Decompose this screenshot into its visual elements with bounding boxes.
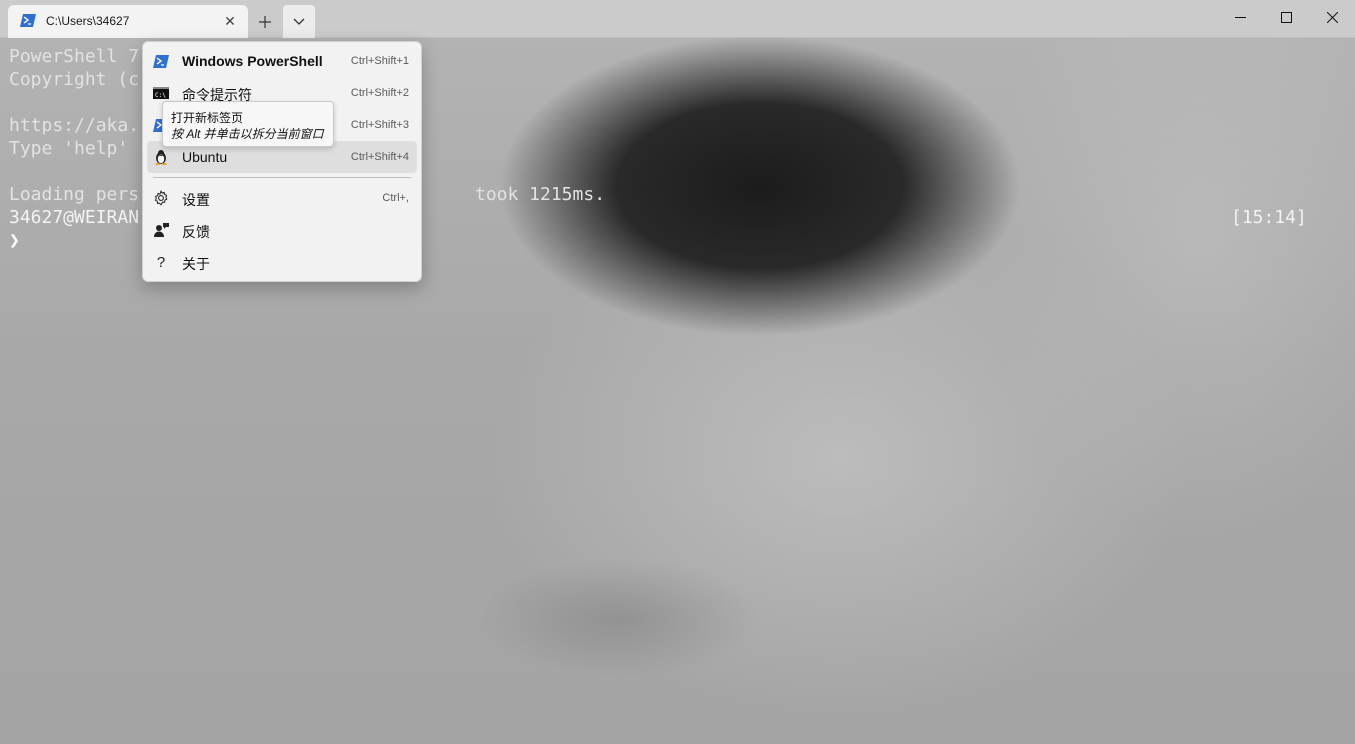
- tab-title: C:\Users\34627: [46, 14, 130, 28]
- tooltip-title: 打开新标签页: [171, 111, 244, 125]
- menu-item-label: 关于: [182, 256, 210, 272]
- tab-close-icon[interactable]: ✕: [220, 11, 240, 31]
- powershell-icon: [153, 53, 169, 69]
- menu-item-label: 设置: [182, 192, 210, 208]
- terminal-line: Copyright (c: [9, 69, 140, 90]
- powershell-icon: [20, 14, 36, 27]
- maximize-icon: [1280, 10, 1292, 28]
- terminal-prompt-user: 34627@WEIRAN: [9, 207, 140, 228]
- menu-item-windows-powershell[interactable]: Windows PowerShell Ctrl+Shift+1: [147, 45, 417, 77]
- close-window-button[interactable]: [1309, 0, 1355, 38]
- new-tab-dropdown-button[interactable]: [283, 5, 315, 38]
- menu-item-shortcut: Ctrl+,: [382, 192, 409, 204]
- gear-icon: [153, 190, 169, 206]
- terminal-time: [15:14]: [1231, 207, 1307, 228]
- menu-item-settings[interactable]: 设置 Ctrl+,: [147, 182, 417, 214]
- tab-active[interactable]: C:\Users\34627 ✕: [8, 5, 248, 38]
- menu-item-label: Ubuntu: [182, 149, 228, 165]
- new-tab-tooltip: 打开新标签页 按 Alt 并单击以拆分当前窗口: [162, 101, 334, 147]
- svg-text:C:\: C:\: [155, 92, 166, 99]
- terminal-line: PowerShell 7: [9, 46, 140, 67]
- maximize-button[interactable]: [1263, 0, 1309, 38]
- feedback-icon: [153, 222, 169, 238]
- new-tab-dropdown-menu: Windows PowerShell Ctrl+Shift+1 C:\ 命令提示…: [142, 41, 422, 282]
- question-icon: ?: [156, 253, 166, 271]
- title-bar: C:\Users\34627 ✕: [0, 0, 1355, 38]
- menu-item-shortcut: Ctrl+Shift+2: [350, 87, 409, 99]
- terminal-line: https://aka.: [9, 115, 140, 136]
- close-icon: [1326, 10, 1338, 28]
- menu-item-label: 反馈: [182, 224, 210, 240]
- chevron-down-icon: [293, 13, 305, 31]
- menu-item-shortcut: Ctrl+Shift+1: [350, 55, 409, 67]
- menu-item-shortcut: Ctrl+Shift+4: [350, 151, 409, 163]
- menu-item-label: Windows PowerShell: [182, 53, 323, 69]
- menu-item-feedback[interactable]: 反馈: [147, 214, 417, 246]
- cmd-icon: C:\: [153, 85, 169, 101]
- tooltip-hint: 按 Alt 并单击以拆分当前窗口: [171, 127, 324, 141]
- terminal-line: Type 'help': [9, 138, 129, 159]
- minimize-icon: [1234, 10, 1246, 28]
- menu-separator: [153, 177, 411, 178]
- menu-item-about[interactable]: ? 关于: [147, 246, 417, 278]
- menu-item-shortcut: Ctrl+Shift+3: [350, 119, 409, 131]
- terminal-prompt-glyph: ❯: [9, 230, 20, 251]
- linux-penguin-icon: [153, 149, 169, 165]
- minimize-button[interactable]: [1217, 0, 1263, 38]
- new-tab-button[interactable]: [249, 5, 281, 38]
